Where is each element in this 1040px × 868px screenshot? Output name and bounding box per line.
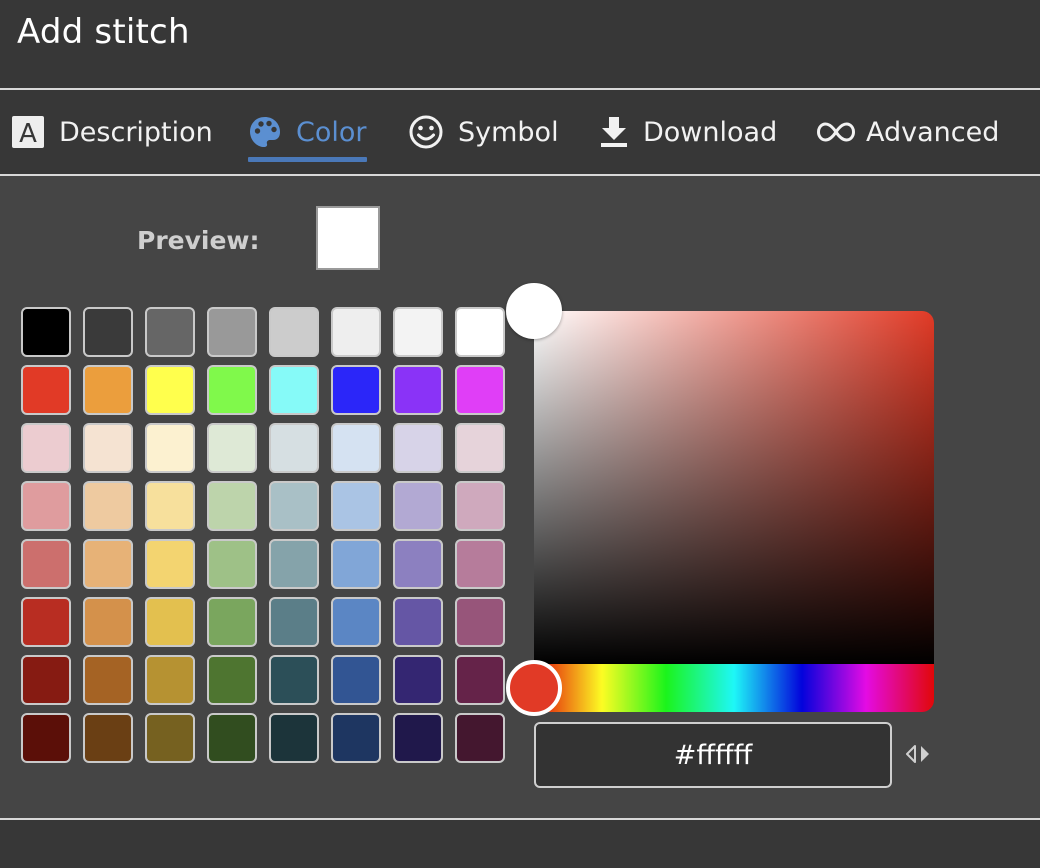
tab-color[interactable]: Color [248,90,367,174]
color-swatch[interactable] [269,365,319,415]
color-picker [505,283,945,804]
color-swatch[interactable] [21,597,71,647]
color-swatch[interactable] [393,423,443,473]
dialog-footer [0,818,1040,868]
tab-symbol[interactable]: Symbol [408,90,559,174]
color-swatch[interactable] [83,539,133,589]
color-swatch[interactable] [393,365,443,415]
palette-icon [248,115,282,149]
color-swatch[interactable] [145,307,195,357]
color-swatch[interactable] [83,423,133,473]
color-swatch[interactable] [393,539,443,589]
active-tab-indicator [248,157,367,162]
color-swatch[interactable] [207,713,257,763]
color-swatch[interactable] [21,539,71,589]
color-preview-swatch [316,206,380,270]
swap-arrows-icon [906,745,929,763]
color-swatch[interactable] [145,597,195,647]
download-icon [599,115,629,149]
color-swatch[interactable] [331,481,381,531]
color-swatch[interactable] [269,423,319,473]
color-swatch[interactable] [455,539,505,589]
tab-label: Download [643,116,778,148]
saturation-brightness-area[interactable] [534,311,934,664]
color-swatch[interactable] [331,713,381,763]
color-swatch[interactable] [269,481,319,531]
tab-description[interactable]: A Description [11,90,213,174]
color-swatch[interactable] [207,539,257,589]
tab-label: Description [59,116,213,148]
color-swatch[interactable] [393,655,443,705]
color-swatch[interactable] [455,597,505,647]
color-swatch[interactable] [455,307,505,357]
dialog-header: Add stitch [0,0,1040,90]
color-swatch[interactable] [331,423,381,473]
color-swatch[interactable] [393,713,443,763]
color-swatch[interactable] [393,307,443,357]
color-swatch[interactable] [83,655,133,705]
color-swatch[interactable] [269,597,319,647]
color-swatch[interactable] [331,655,381,705]
color-swatch[interactable] [145,423,195,473]
color-palette-grid [21,307,511,767]
infinity-icon [816,120,856,144]
color-swatch[interactable] [83,365,133,415]
color-swatch[interactable] [269,539,319,589]
color-swatch[interactable] [455,423,505,473]
color-swatch[interactable] [145,713,195,763]
color-swatch[interactable] [269,307,319,357]
color-swatch[interactable] [145,365,195,415]
color-swatch[interactable] [269,655,319,705]
hex-color-input[interactable] [534,722,892,788]
color-swatch[interactable] [21,365,71,415]
color-swatch[interactable] [331,365,381,415]
tab-bar: A Description Color Symbol Download Adva… [0,90,1040,176]
smiley-icon [408,114,444,150]
color-swatch[interactable] [455,481,505,531]
tab-label: Symbol [458,116,559,148]
color-swatch[interactable] [145,539,195,589]
color-swatch[interactable] [21,423,71,473]
color-swatch[interactable] [83,713,133,763]
color-swatch[interactable] [145,481,195,531]
tab-download[interactable]: Download [599,90,777,174]
hue-slider[interactable] [534,664,934,712]
color-swatch[interactable] [207,423,257,473]
color-swatch[interactable] [83,597,133,647]
color-swatch[interactable] [207,481,257,531]
color-swatch[interactable] [455,655,505,705]
color-swatch[interactable] [455,713,505,763]
text-a-icon: A [11,115,45,149]
tab-label: Advanced [866,116,1000,148]
color-swatch[interactable] [21,307,71,357]
dialog-title: Add stitch [17,12,190,52]
color-swatch[interactable] [145,655,195,705]
color-swatch[interactable] [83,481,133,531]
color-swatch[interactable] [207,655,257,705]
black-gradient-layer [534,311,934,664]
color-format-toggle[interactable] [902,740,934,768]
preview-label: Preview: [137,226,260,255]
color-swatch[interactable] [21,481,71,531]
color-swatch[interactable] [331,597,381,647]
color-swatch[interactable] [331,539,381,589]
color-swatch[interactable] [21,655,71,705]
hue-slider-handle[interactable] [506,660,562,716]
color-swatch[interactable] [21,713,71,763]
color-swatch[interactable] [269,713,319,763]
saturation-brightness-handle[interactable] [506,283,562,339]
svg-text:A: A [19,119,37,149]
color-swatch[interactable] [455,365,505,415]
color-swatch[interactable] [393,597,443,647]
color-swatch[interactable] [331,307,381,357]
color-swatch[interactable] [393,481,443,531]
color-swatch[interactable] [207,365,257,415]
tab-label: Color [296,116,367,148]
color-panel: Preview: [0,176,1040,818]
color-swatch[interactable] [207,307,257,357]
tab-advanced[interactable]: Advanced [816,90,999,174]
color-swatch[interactable] [207,597,257,647]
color-swatch[interactable] [83,307,133,357]
